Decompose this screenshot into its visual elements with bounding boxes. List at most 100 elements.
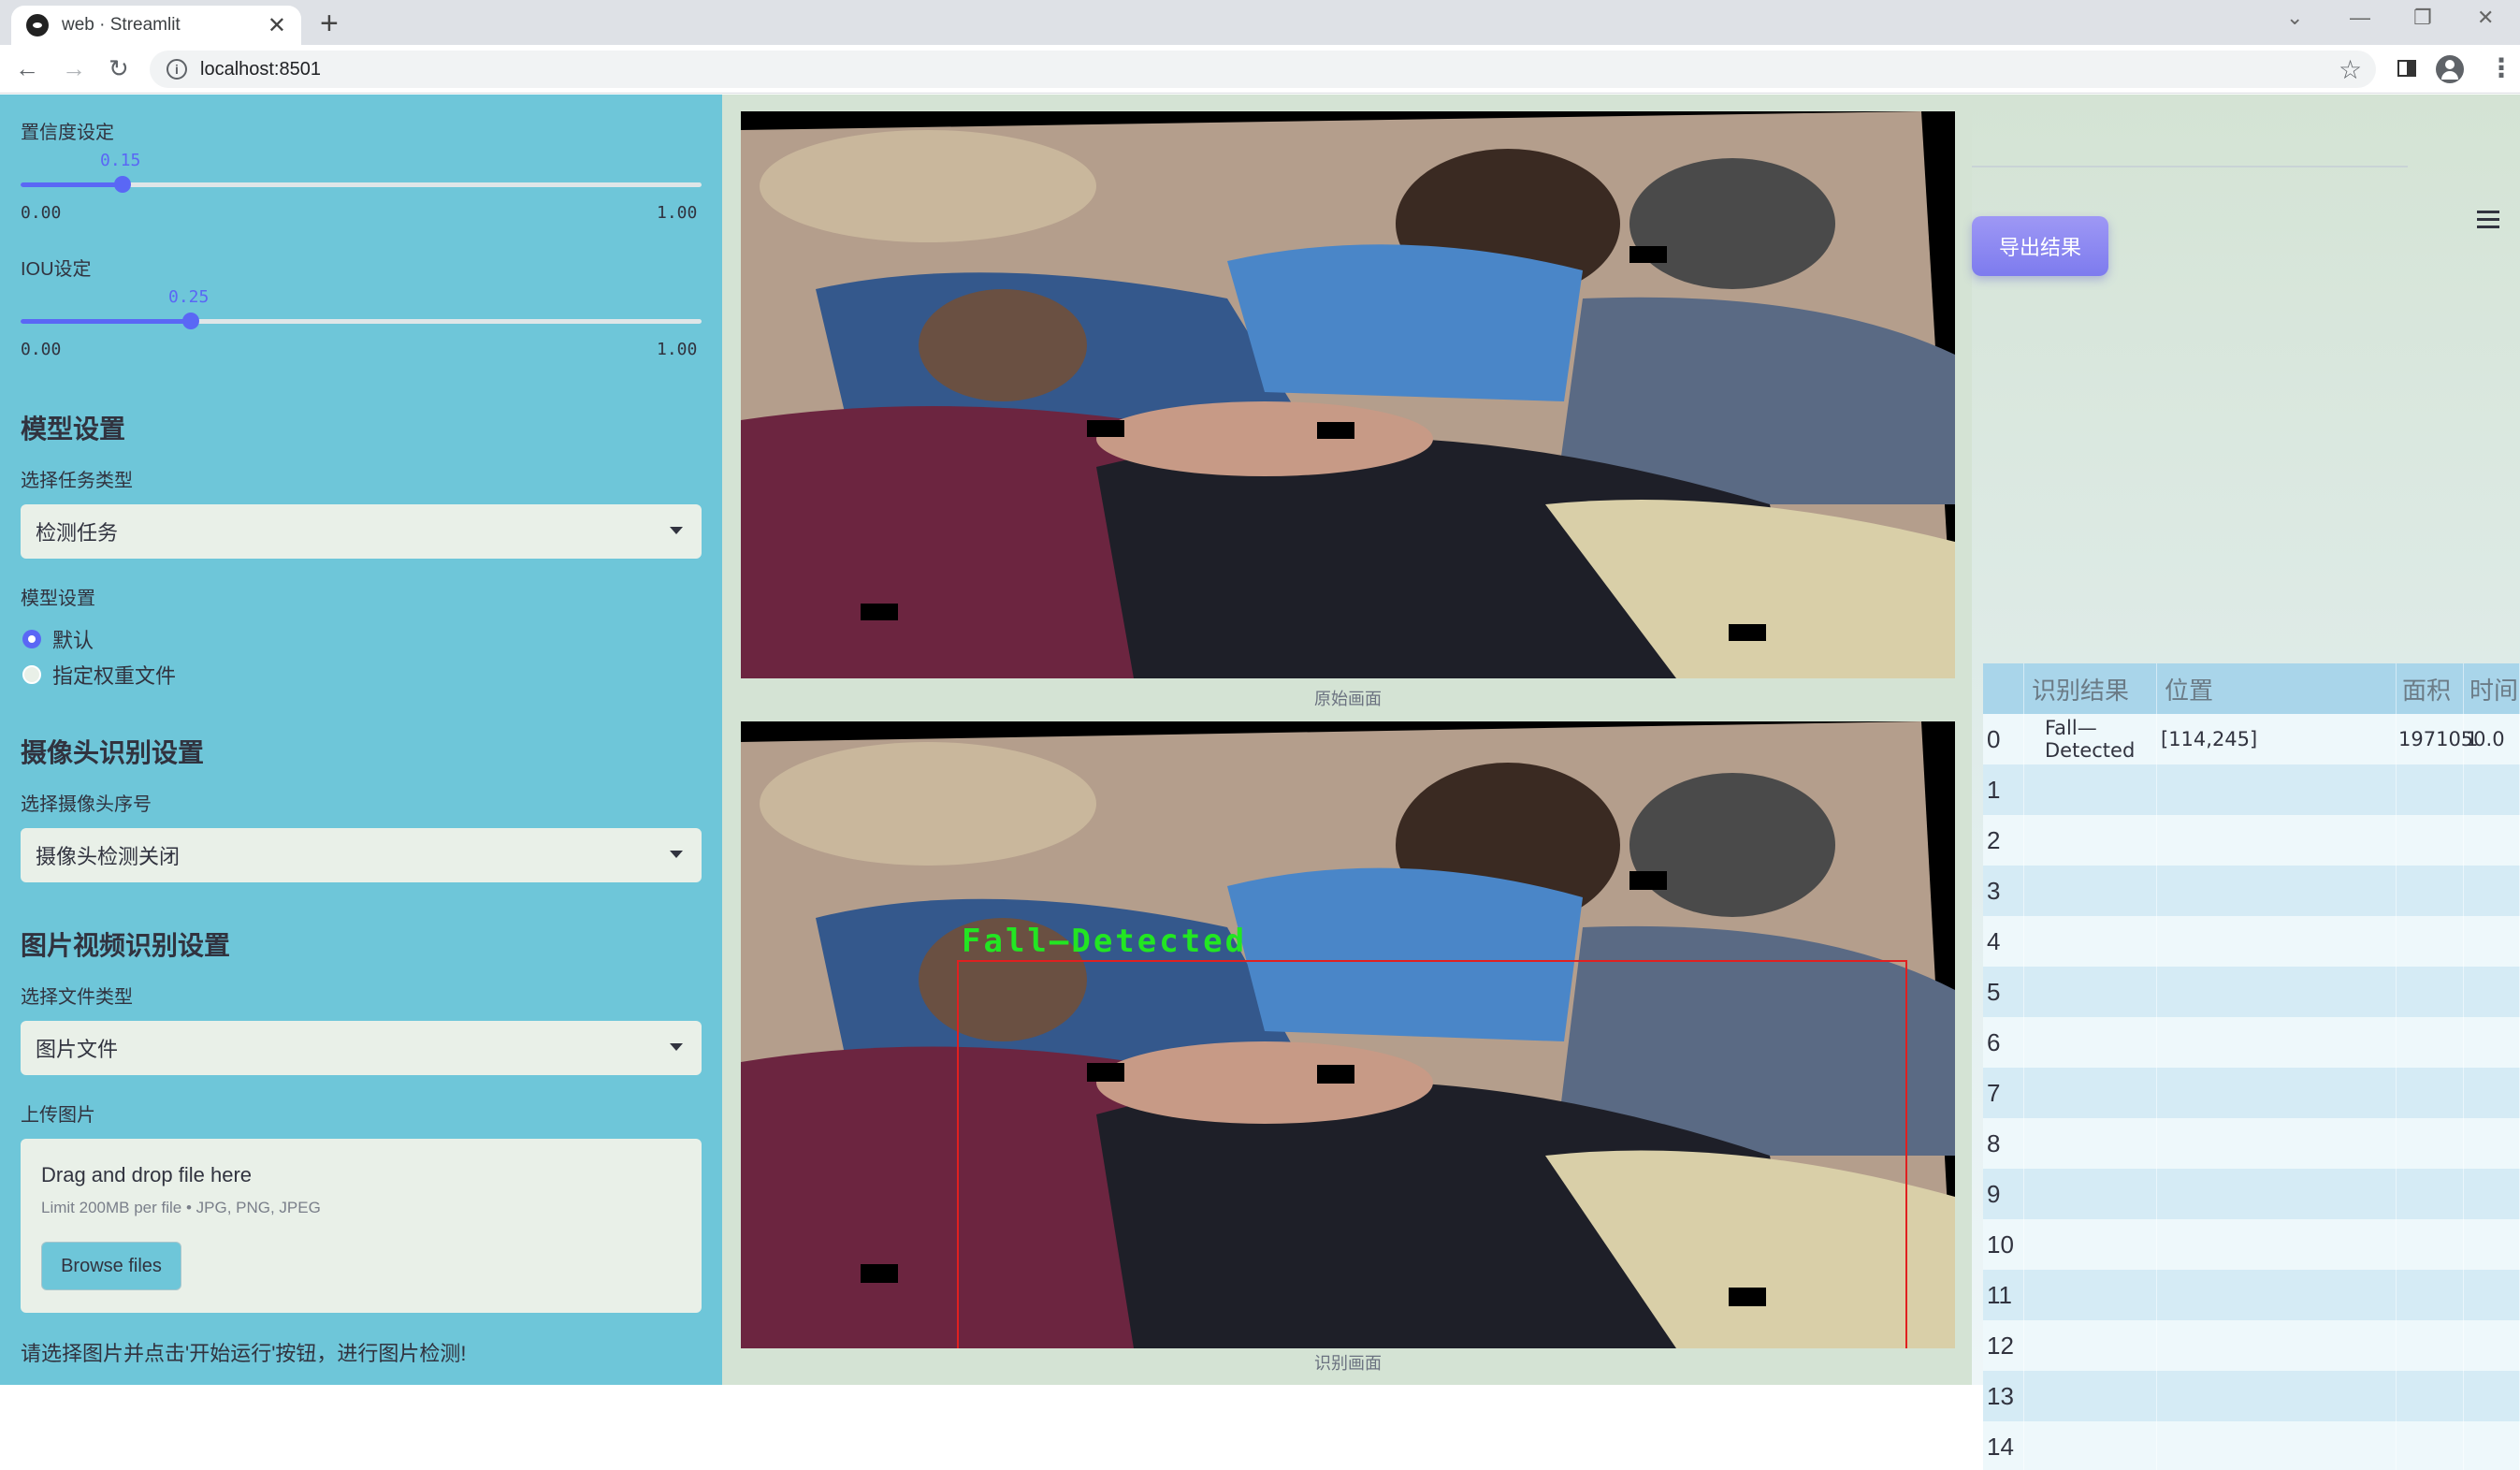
site-info-icon[interactable]: i bbox=[167, 59, 187, 80]
table-row[interactable]: 4 bbox=[1983, 916, 2520, 967]
cell-area bbox=[2397, 1169, 2464, 1219]
url-text: localhost:8501 bbox=[200, 58, 321, 80]
cell-index: 6 bbox=[1983, 1017, 2024, 1068]
header-area[interactable]: 面积 bbox=[2397, 663, 2464, 714]
cell-position: [114,245] bbox=[2157, 714, 2397, 764]
tab-title: web · Streamlit bbox=[62, 15, 181, 35]
file-uploader-dropzone[interactable]: Drag and drop file here Limit 200MB per … bbox=[21, 1139, 702, 1313]
cell-index: 0 bbox=[1983, 714, 2024, 764]
confidence-slider[interactable] bbox=[21, 176, 702, 193]
table-row[interactable]: 12 bbox=[1983, 1320, 2520, 1371]
url-field[interactable]: i localhost:8501 bbox=[150, 51, 2376, 88]
detection-label: Fall—Detected bbox=[962, 923, 1247, 960]
cell-position bbox=[2157, 1421, 2397, 1470]
table-row[interactable]: 6 bbox=[1983, 1017, 2520, 1068]
iou-min: 0.00 bbox=[21, 340, 62, 359]
confidence-slider-thumb[interactable] bbox=[114, 176, 132, 193]
new-tab-icon[interactable]: + bbox=[320, 6, 339, 42]
app-menu-icon[interactable] bbox=[2477, 211, 2499, 233]
cell-position bbox=[2157, 815, 2397, 866]
table-row[interactable]: 1 bbox=[1983, 764, 2520, 815]
browse-files-button[interactable]: Browse files bbox=[41, 1242, 181, 1290]
cell-time bbox=[2464, 1219, 2520, 1270]
cell-index: 5 bbox=[1983, 967, 2024, 1017]
cell-time bbox=[2464, 916, 2520, 967]
table-row[interactable]: 9 bbox=[1983, 1169, 2520, 1219]
original-caption: 原始画面 bbox=[1314, 690, 1382, 708]
side-panel-icon[interactable] bbox=[2397, 60, 2416, 77]
table-row[interactable]: 8 bbox=[1983, 1118, 2520, 1169]
file-type-label: 选择文件类型 bbox=[21, 987, 133, 1008]
chevron-down-icon bbox=[670, 851, 683, 858]
cell-time bbox=[2464, 1068, 2520, 1118]
media-heading: 图片视频识别设置 bbox=[21, 931, 231, 960]
reload-icon[interactable]: ↻ bbox=[109, 54, 129, 83]
camera-select[interactable]: 摄像头检测关闭 bbox=[21, 828, 702, 882]
radio-default[interactable]: 默认 bbox=[22, 624, 94, 654]
browser-tab[interactable]: web · Streamlit ✕ bbox=[11, 6, 301, 45]
table-row[interactable]: 10 bbox=[1983, 1219, 2520, 1270]
header-result[interactable]: 识别结果 bbox=[2024, 663, 2157, 714]
cell-index: 9 bbox=[1983, 1169, 2024, 1219]
profile-avatar-icon[interactable] bbox=[2436, 55, 2464, 83]
radio-default-label: 默认 bbox=[52, 629, 94, 652]
restore-icon[interactable]: ❐ bbox=[2413, 6, 2432, 30]
cell-result bbox=[2024, 967, 2157, 1017]
table-row[interactable]: 7 bbox=[1983, 1068, 2520, 1118]
results-table[interactable]: 识别结果 位置 面积 时间 0 Fall—Detected [114,245] 197… bbox=[1983, 663, 2520, 1470]
cell-area bbox=[2397, 1118, 2464, 1169]
tab-search-chevron-icon[interactable]: ⌄ bbox=[2286, 6, 2303, 30]
cell-area bbox=[2397, 967, 2464, 1017]
iou-slider-fill bbox=[21, 319, 191, 324]
cell-index: 10 bbox=[1983, 1219, 2024, 1270]
original-image bbox=[741, 111, 1955, 678]
cell-time bbox=[2464, 967, 2520, 1017]
minimize-icon[interactable]: — bbox=[2350, 6, 2370, 30]
cell-index: 2 bbox=[1983, 815, 2024, 866]
iou-slider-thumb[interactable] bbox=[182, 313, 199, 329]
streamlit-favicon-icon bbox=[26, 14, 49, 36]
cell-index: 7 bbox=[1983, 1068, 2024, 1118]
cell-position bbox=[2157, 1371, 2397, 1421]
forward-icon[interactable]: → bbox=[62, 54, 86, 83]
table-row[interactable]: 2 bbox=[1983, 815, 2520, 866]
radio-custom-weights[interactable]: 指定权重文件 bbox=[22, 660, 176, 690]
table-row[interactable]: 5 bbox=[1983, 967, 2520, 1017]
close-tab-icon[interactable]: ✕ bbox=[268, 12, 286, 39]
table-row[interactable]: 3 bbox=[1983, 866, 2520, 916]
table-row[interactable]: 11 bbox=[1983, 1270, 2520, 1320]
cell-position bbox=[2157, 1320, 2397, 1371]
close-window-icon[interactable]: ✕ bbox=[2477, 6, 2494, 30]
radio-selected-icon bbox=[22, 630, 41, 648]
cell-result bbox=[2024, 1068, 2157, 1118]
confidence-label: 置信度设定 bbox=[21, 123, 114, 143]
iou-slider[interactable] bbox=[21, 313, 702, 329]
cell-result bbox=[2024, 1421, 2157, 1470]
cell-time bbox=[2464, 1421, 2520, 1470]
confidence-max: 1.00 bbox=[657, 203, 698, 223]
upload-label: 上传图片 bbox=[21, 1105, 95, 1126]
table-row[interactable]: 0 Fall—Detected [114,245] 1971050.0 1 bbox=[1983, 714, 2520, 764]
cell-index: 3 bbox=[1983, 866, 2024, 916]
file-type-select[interactable]: 图片文件 bbox=[21, 1021, 702, 1075]
browser-menu-icon[interactable]: ⋮ bbox=[2488, 52, 2514, 83]
cell-index: 11 bbox=[1983, 1270, 2024, 1320]
header-position[interactable]: 位置 bbox=[2157, 663, 2397, 714]
result-caption: 识别画面 bbox=[1314, 1354, 1382, 1373]
task-type-select[interactable]: 检测任务 bbox=[21, 504, 702, 559]
back-icon[interactable]: ← bbox=[15, 54, 39, 83]
header-index bbox=[1983, 663, 2024, 714]
file-type-value: 图片文件 bbox=[36, 1038, 119, 1061]
cell-area: 1971050.0 bbox=[2397, 714, 2505, 764]
export-results-button[interactable]: 导出结果 bbox=[1972, 216, 2108, 276]
cell-result bbox=[2024, 1371, 2157, 1421]
cell-time bbox=[2464, 1371, 2520, 1421]
header-time[interactable]: 时间 bbox=[2464, 663, 2520, 714]
table-row[interactable]: 14 bbox=[1983, 1421, 2520, 1470]
result-photo-illustration: Fall—Detected bbox=[741, 721, 1955, 1348]
bookmark-star-icon[interactable]: ☆ bbox=[2339, 54, 2362, 85]
cell-area bbox=[2397, 1371, 2464, 1421]
radio-unselected-icon bbox=[22, 665, 41, 684]
table-row[interactable]: 13 bbox=[1983, 1371, 2520, 1421]
cell-index: 14 bbox=[1983, 1421, 2024, 1470]
